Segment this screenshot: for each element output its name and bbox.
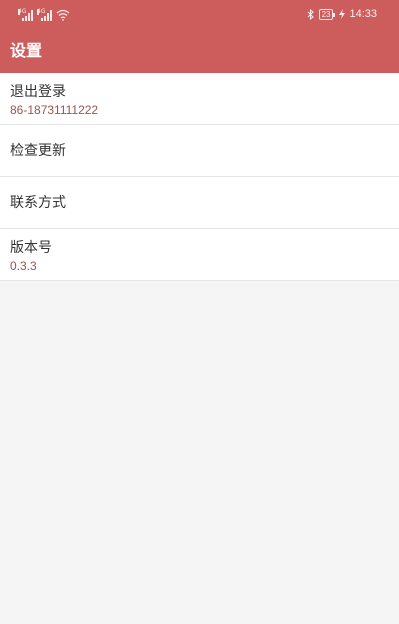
status-bar: 4G 4G 23 14:33 (0, 0, 399, 28)
settings-item-account: 86-18731111222 (10, 103, 99, 117)
settings-item-logout[interactable]: 退出登录 86-18731111222 (0, 73, 399, 125)
network-type-label: 4G (18, 8, 27, 15)
battery-icon: 23 (318, 8, 336, 20)
settings-item-contact[interactable]: 联系方式 (0, 177, 399, 229)
settings-item-check-update[interactable]: 检查更新 (0, 125, 399, 177)
settings-list: 退出登录 86-18731111222 检查更新 联系方式 版本号 0.3.3 (0, 73, 399, 281)
signal-icon: 4G (37, 9, 52, 21)
settings-item-label: 退出登录 (10, 84, 66, 100)
status-left: 4G 4G (18, 7, 70, 21)
wifi-icon (56, 9, 70, 21)
settings-item-label: 检查更新 (10, 143, 66, 159)
page-title: 设置 (10, 41, 43, 60)
network-type-label: 4G (37, 8, 46, 15)
settings-item-version-value: 0.3.3 (10, 259, 37, 273)
settings-item-label: 版本号 (10, 240, 52, 256)
app-bar: 4G 4G 23 14:33 设置 (0, 0, 399, 73)
signal-icon: 4G (18, 9, 33, 21)
bluetooth-icon (307, 8, 314, 20)
settings-item-label: 联系方式 (10, 195, 66, 211)
settings-item-version[interactable]: 版本号 0.3.3 (0, 229, 399, 281)
charging-icon (339, 9, 346, 19)
battery-level: 23 (321, 9, 331, 19)
status-time: 14:33 (349, 8, 377, 20)
status-right: 23 14:33 (307, 6, 377, 22)
